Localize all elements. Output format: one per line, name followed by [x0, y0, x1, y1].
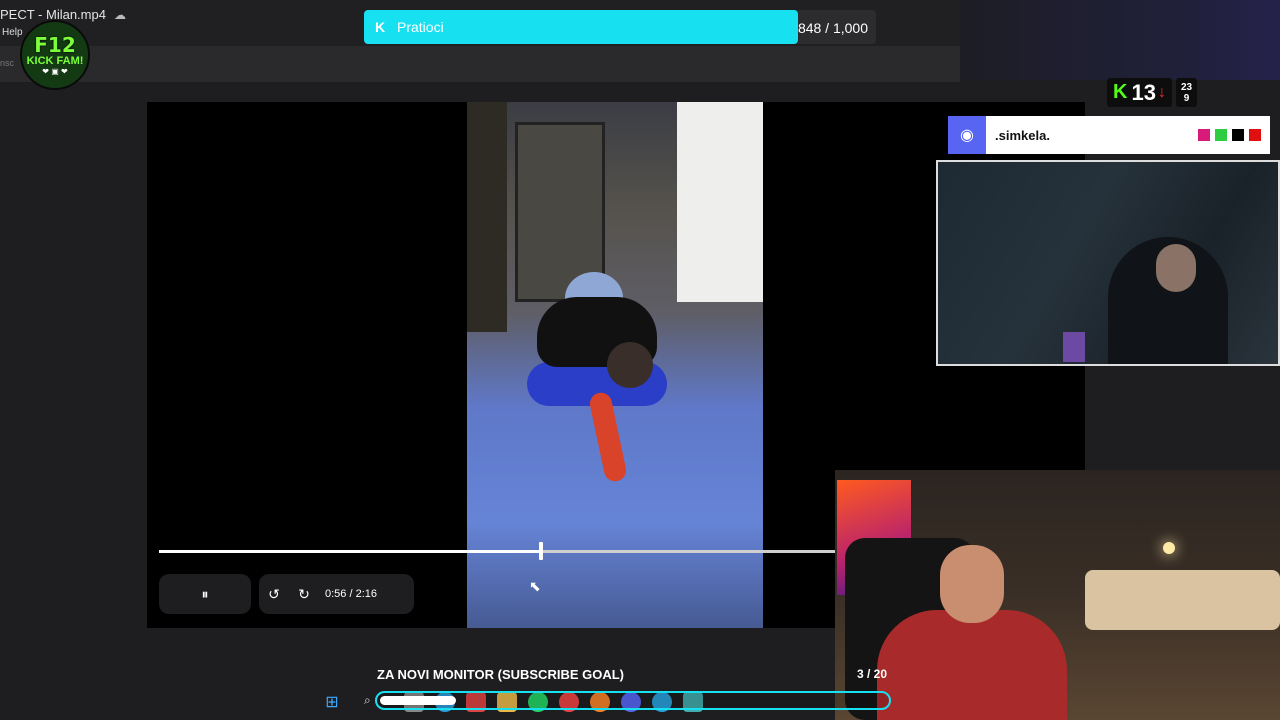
seek-bar-played — [159, 550, 541, 553]
video-person-head — [607, 342, 653, 388]
color-square — [1249, 129, 1261, 141]
kick-stats: K 13 ↓ 23 9 — [1107, 78, 1198, 107]
rewind-10-icon[interactable]: ↺ — [259, 586, 289, 603]
stream-screen: PECT - Milan.mp4 ☁ Help nsc F12 KICK FAM… — [0, 0, 1280, 720]
subgoal-count: 3 / 20 — [857, 667, 888, 681]
follower-stats-box: 23 9 — [1175, 78, 1198, 107]
forward-10-icon[interactable]: ↻ — [289, 586, 319, 603]
streamer-lamp — [1163, 542, 1175, 554]
color-square — [1232, 129, 1244, 141]
pause-button[interactable]: ⏸ — [159, 574, 251, 614]
subgoal-title: ZA NOVI MONITOR (SUBSCRIBE GOAL) — [377, 667, 624, 682]
discord-card: ◉ .simkela. — [948, 116, 1270, 154]
time-total: 2:16 — [355, 588, 378, 600]
playback-controls: ↺ ↻ 0:56 / 2:16 — [259, 574, 414, 614]
follower-goal-label: Pratioci — [397, 19, 444, 35]
kick-logo-icon: K — [375, 19, 386, 35]
video-wall — [677, 102, 763, 302]
guest-face — [1156, 244, 1196, 292]
streamer-head — [940, 545, 1004, 623]
channel-logo: F12 KICK FAM! ❤ ▣ ❤ — [20, 20, 90, 90]
streamer-sofa — [1085, 570, 1280, 630]
subgoal-progress-fill — [380, 696, 456, 705]
seek-handle[interactable] — [538, 542, 543, 560]
color-square — [1198, 129, 1210, 141]
color-square — [1215, 129, 1227, 141]
mouse-cursor-icon: ⬉ — [529, 578, 541, 594]
logo-line-3: ❤ ▣ ❤ — [42, 66, 68, 76]
subbar-text: nsc — [0, 58, 15, 68]
webcam-guest — [936, 160, 1280, 366]
cloud-sync-icon[interactable]: ☁ — [114, 8, 126, 22]
viewer-count-box: K 13 ↓ — [1107, 78, 1172, 107]
time-separator: / — [346, 588, 356, 600]
windows-start-icon[interactable]: ⊞ — [322, 692, 342, 712]
logo-line-2: KICK FAM! — [26, 54, 84, 67]
discord-icon: ◉ — [948, 116, 986, 154]
follower-stat-bottom: 9 — [1183, 92, 1190, 104]
trend-down-icon: ↓ — [1157, 83, 1166, 101]
follower-goal-count: 848 / 1,000 — [797, 20, 868, 36]
streamer-body — [877, 610, 1067, 720]
follower-stat-top: 23 — [1180, 81, 1193, 93]
logo-line-1: F12 — [34, 32, 76, 57]
pause-icon: ⏸ — [201, 585, 209, 602]
discord-username: .simkela. — [995, 128, 1050, 143]
video-door — [467, 102, 507, 332]
menu-help[interactable]: Help — [2, 27, 23, 38]
player-subbar: nsc — [0, 46, 960, 82]
subgoal-progress-bar — [375, 691, 891, 710]
time-display: 0:56 / 2:16 — [325, 588, 377, 600]
guest-light — [1063, 332, 1085, 362]
follower-goal-bar: K Pratioci 848 / 1,000 — [364, 10, 876, 44]
webcam-streamer: 3 / 20 — [835, 470, 1280, 720]
viewer-count: 13 — [1131, 79, 1156, 105]
time-current: 0:56 — [325, 588, 347, 600]
kick-logo-icon: K — [1113, 81, 1128, 103]
background-gradient — [960, 0, 1280, 80]
